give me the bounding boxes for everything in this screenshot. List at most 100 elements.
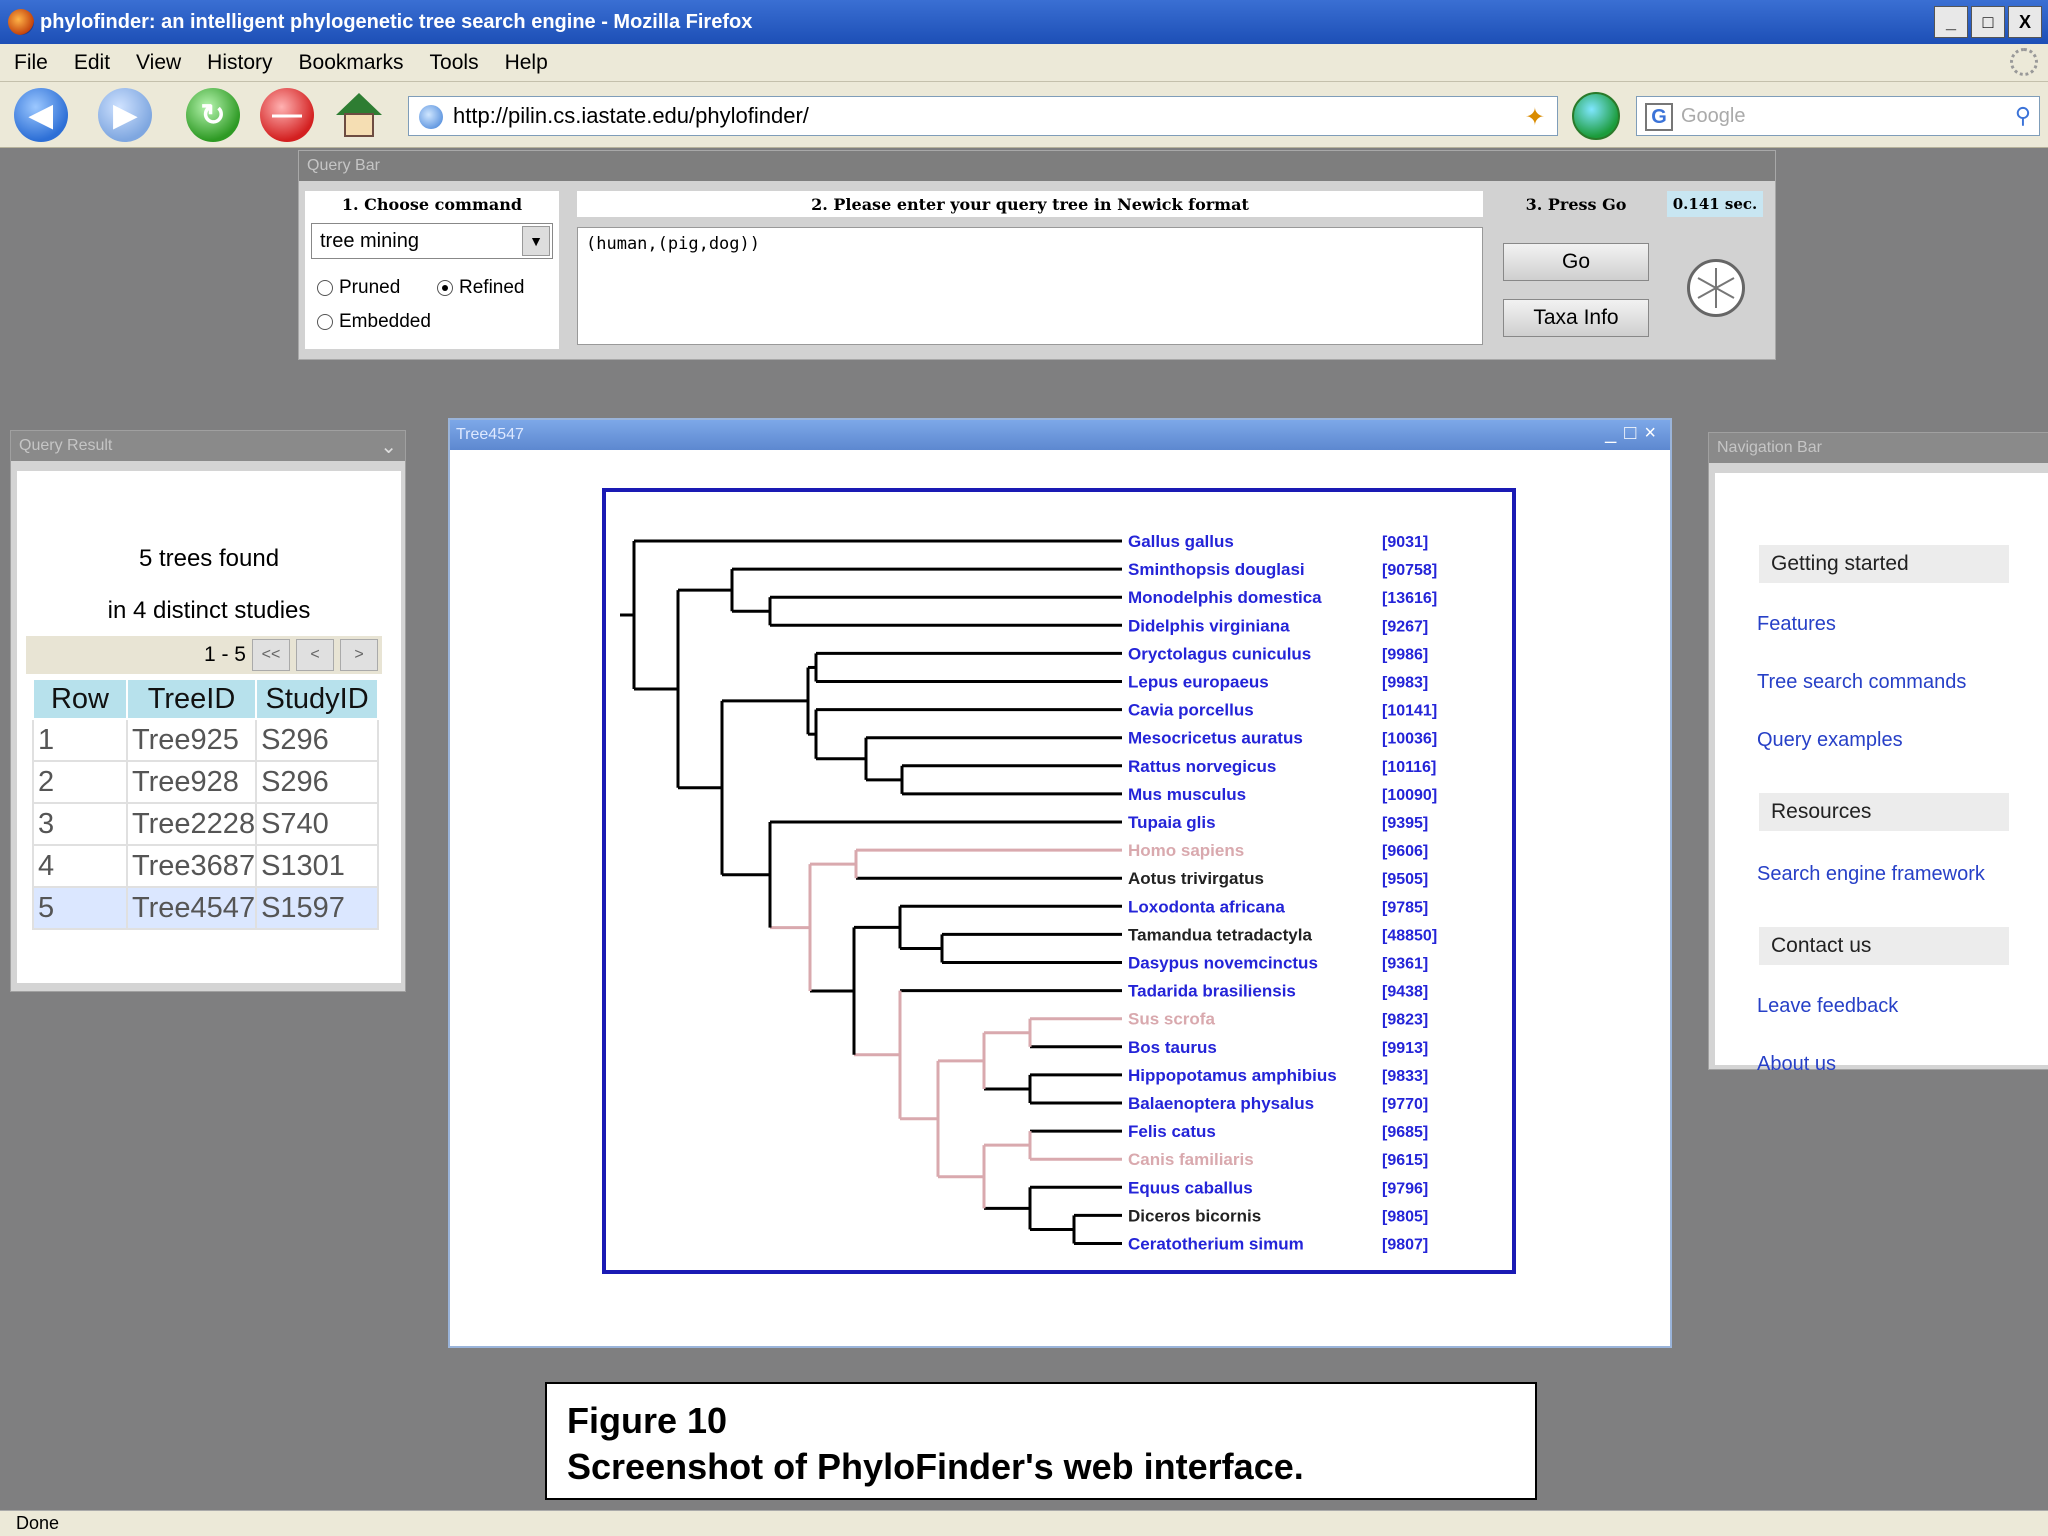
taxon-name[interactable]: Aotus trivirgatus	[1128, 869, 1264, 888]
taxon-name[interactable]: Felis catus	[1128, 1122, 1216, 1141]
column-header-treeid[interactable]: TreeID	[125, 678, 258, 720]
taxon-id[interactable]: [13616]	[1382, 590, 1437, 607]
table-row[interactable]: 3 Tree2228 S740	[32, 802, 380, 846]
taxon-id[interactable]: [9395]	[1382, 815, 1428, 832]
taxon-id[interactable]: [48850]	[1382, 927, 1437, 944]
search-icon[interactable]: ⚲	[2015, 103, 2031, 129]
taxon-name[interactable]: Bos taurus	[1128, 1038, 1217, 1057]
taxon-id[interactable]: [9823]	[1382, 1012, 1428, 1029]
menu-help[interactable]: Help	[505, 51, 548, 75]
collapse-icon[interactable]: ⌄	[380, 434, 397, 459]
go-arrow-button[interactable]	[1572, 92, 1620, 140]
taxon-name[interactable]: Canis familiaris	[1128, 1150, 1254, 1169]
newick-query-input[interactable]: (human,(pig,dog))	[577, 227, 1483, 345]
nav-link-about-us[interactable]: About us	[1757, 1053, 1836, 1076]
tree-window-titlebar[interactable]: Tree4547 _□×	[450, 420, 1670, 450]
taxon-name[interactable]: Tupaia glis	[1128, 813, 1216, 832]
taxon-name[interactable]: Didelphis virginiana	[1128, 616, 1290, 635]
taxon-id[interactable]: [9986]	[1382, 646, 1428, 663]
radio-embedded[interactable]: Embedded	[317, 311, 431, 333]
taxon-name[interactable]: Oryctolagus cuniculus	[1128, 644, 1311, 663]
nav-link-search-engine-framework[interactable]: Search engine framework	[1757, 863, 1985, 886]
search-input[interactable]: G Google ⚲	[1636, 96, 2040, 136]
taxon-name[interactable]: Tamandua tetradactyla	[1128, 925, 1312, 944]
taxon-id[interactable]: [9796]	[1382, 1180, 1428, 1197]
taxon-name[interactable]: Sus scrofa	[1128, 1010, 1215, 1029]
taxon-id[interactable]: [90758]	[1382, 562, 1437, 579]
next-page-button[interactable]: >	[340, 639, 378, 671]
table-row[interactable]: 4 Tree3687 S1301	[32, 844, 380, 888]
forward-button[interactable]: ▶	[98, 88, 152, 142]
table-row-selected[interactable]: 5 Tree4547 S1597	[32, 886, 380, 930]
taxon-id[interactable]: [9770]	[1382, 1096, 1428, 1113]
radio-pruned[interactable]: Pruned	[317, 277, 400, 299]
taxon-name[interactable]: Hippopotamus amphibius	[1128, 1066, 1337, 1085]
taxon-name[interactable]: Mesocricetus auratus	[1128, 729, 1303, 748]
taxon-id[interactable]: [9615]	[1382, 1152, 1428, 1169]
taxon-id[interactable]: [9031]	[1382, 534, 1428, 551]
taxon-id[interactable]: [9833]	[1382, 1068, 1428, 1085]
taxon-id[interactable]: [9805]	[1382, 1208, 1428, 1225]
nav-link-features[interactable]: Features	[1757, 613, 1836, 636]
table-row[interactable]: 1 Tree925 S296	[32, 718, 380, 762]
minimize-button[interactable]: _	[1934, 6, 1968, 38]
nav-section-contact-us[interactable]: Contact us	[1759, 927, 2009, 965]
menu-history[interactable]: History	[207, 51, 272, 75]
close-button[interactable]: X	[2008, 6, 2042, 38]
chevron-down-icon[interactable]: ▼	[522, 226, 550, 256]
command-select[interactable]: tree mining ▼	[311, 223, 553, 259]
taxon-id[interactable]: [9505]	[1382, 871, 1428, 888]
nav-link-tree-search-commands[interactable]: Tree search commands	[1757, 671, 1966, 694]
menu-view[interactable]: View	[136, 51, 181, 75]
taxon-id[interactable]: [10141]	[1382, 703, 1437, 720]
first-page-button[interactable]: <<	[252, 639, 290, 671]
taxon-id[interactable]: [9685]	[1382, 1124, 1428, 1141]
menu-bookmarks[interactable]: Bookmarks	[299, 51, 404, 75]
taxon-id[interactable]: [9361]	[1382, 956, 1428, 973]
taxon-name[interactable]: Rattus norvegicus	[1128, 757, 1276, 776]
back-button[interactable]: ◀	[14, 88, 68, 142]
taxa-info-button[interactable]: Taxa Info	[1503, 299, 1649, 337]
taxon-id[interactable]: [10116]	[1382, 759, 1436, 776]
taxon-name[interactable]: Loxodonta africana	[1128, 897, 1285, 916]
nav-link-query-examples[interactable]: Query examples	[1757, 729, 1903, 752]
radio-refined[interactable]: Refined	[437, 277, 525, 299]
reload-button[interactable]: ↻	[186, 88, 240, 142]
taxon-name[interactable]: Balaenoptera physalus	[1128, 1094, 1314, 1113]
taxon-name[interactable]: Dasypus novemcinctus	[1128, 954, 1318, 973]
url-input[interactable]: http://pilin.cs.iastate.edu/phylofinder/…	[408, 96, 1558, 136]
nav-link-leave-feedback[interactable]: Leave feedback	[1757, 995, 1898, 1018]
taxon-name[interactable]: Diceros bicornis	[1128, 1206, 1261, 1225]
taxon-id[interactable]: [9606]	[1382, 843, 1428, 860]
taxon-name[interactable]: Ceratotherium simum	[1128, 1235, 1304, 1254]
taxon-id[interactable]: [9267]	[1382, 618, 1428, 635]
prev-page-button[interactable]: <	[296, 639, 334, 671]
taxon-name[interactable]: Monodelphis domestica	[1128, 588, 1322, 607]
taxon-name[interactable]: Equus caballus	[1128, 1178, 1253, 1197]
column-header-row[interactable]: Row	[32, 678, 128, 720]
taxon-name[interactable]: Sminthopsis douglasi	[1128, 560, 1305, 579]
taxon-name[interactable]: Mus musculus	[1128, 785, 1246, 804]
taxon-id[interactable]: [9913]	[1382, 1040, 1428, 1057]
taxon-name[interactable]: Cavia porcellus	[1128, 701, 1254, 720]
maximize-button[interactable]: □	[1971, 6, 2005, 38]
taxon-id[interactable]: [10090]	[1382, 787, 1437, 804]
menu-tools[interactable]: Tools	[430, 51, 479, 75]
taxon-id[interactable]: [9807]	[1382, 1237, 1428, 1254]
menu-edit[interactable]: Edit	[74, 51, 110, 75]
home-button[interactable]	[332, 88, 386, 142]
stop-button[interactable]: —	[260, 88, 314, 142]
taxon-name[interactable]: Tadarida brasiliensis	[1128, 982, 1296, 1001]
taxon-name[interactable]: Lepus europaeus	[1128, 673, 1269, 692]
menu-file[interactable]: File	[14, 51, 48, 75]
taxon-name[interactable]: Homo sapiens	[1128, 841, 1244, 860]
feed-icon[interactable]: ✦	[1525, 103, 1545, 132]
column-header-studyid[interactable]: StudyID	[255, 678, 380, 720]
taxon-name[interactable]: Gallus gallus	[1128, 532, 1234, 551]
nav-section-getting-started[interactable]: Getting started	[1759, 545, 2009, 583]
nav-section-resources[interactable]: Resources	[1759, 793, 2009, 831]
go-button[interactable]: Go	[1503, 243, 1649, 281]
taxon-id[interactable]: [10036]	[1382, 731, 1437, 748]
taxon-id[interactable]: [9983]	[1382, 675, 1428, 692]
table-row[interactable]: 2 Tree928 S296	[32, 760, 380, 804]
